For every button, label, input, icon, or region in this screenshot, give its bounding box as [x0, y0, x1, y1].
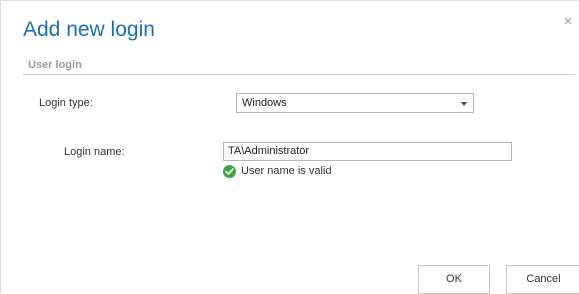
add-login-dialog: Add new login × User login Login type: W… [0, 0, 579, 294]
validation-status: User name is valid [223, 164, 331, 178]
chevron-down-icon [461, 102, 467, 106]
close-icon[interactable]: × [560, 14, 576, 30]
login-type-label: Login type: [39, 97, 93, 109]
login-name-input[interactable]: TA\Administrator [223, 142, 512, 161]
check-circle-icon [223, 164, 236, 178]
section-divider [23, 74, 575, 75]
dialog-title: Add new login [23, 18, 155, 41]
login-type-value: Windows [242, 97, 287, 109]
cancel-button[interactable]: Cancel [506, 265, 579, 294]
login-name-label: Login name: [64, 146, 125, 158]
validation-message: User name is valid [241, 165, 332, 177]
ok-button[interactable]: OK [418, 265, 490, 294]
section-title: User login [28, 59, 82, 71]
login-type-select[interactable]: Windows [236, 93, 474, 113]
